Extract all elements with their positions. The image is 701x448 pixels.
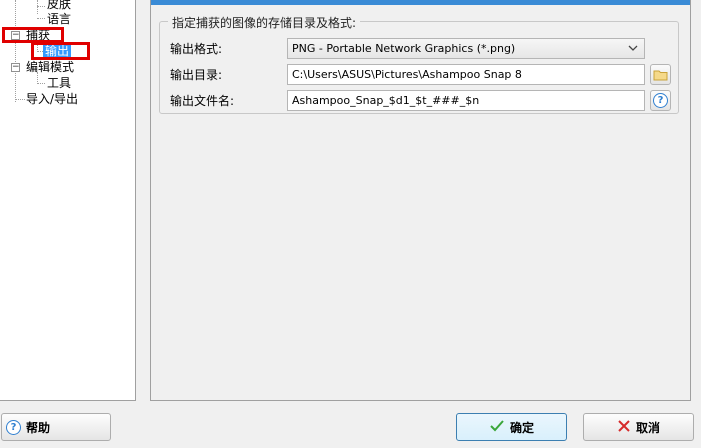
folder-icon [651, 70, 670, 87]
tree-connector [15, 0, 16, 102]
help-button[interactable]: ? 帮助 [1, 413, 111, 441]
filename-value: Ashampoo_Snap_$d1_$t_###_$n [292, 94, 480, 107]
tree-item-label: 工具 [47, 76, 72, 90]
check-icon [489, 419, 505, 436]
ok-button[interactable]: 确定 [456, 413, 567, 441]
filename-label: 输出文件名: [170, 94, 235, 108]
tree-connector [37, 0, 38, 14]
dir-value: C:\Users\ASUS\Pictures\Ashampoo Snap 8 [292, 68, 522, 81]
output-groupbox: 指定捕获的图像的存储目录及格式: 输出格式: PNG - Portable Ne… [159, 14, 679, 114]
settings-tree: 皮肤 语言 − 捕获 输出 − 编辑模式 工具 导入/导出 [0, 0, 136, 401]
x-icon [617, 419, 631, 436]
tree-connector [37, 6, 45, 7]
output-filename-input[interactable]: Ashampoo_Snap_$d1_$t_###_$n [287, 90, 645, 111]
help-icon: ? [653, 93, 668, 108]
ok-button-label: 确定 [509, 420, 534, 435]
tree-item-label: 编辑模式 [26, 60, 75, 74]
output-settings-panel: 指定捕获的图像的存储目录及格式: 输出格式: PNG - Portable Ne… [150, 0, 691, 401]
help-button-label: 帮助 [26, 420, 51, 435]
filename-help-button[interactable]: ? [650, 90, 671, 111]
tree-item-label: 皮肤 [47, 0, 72, 11]
group-title: 指定捕获的图像的存储目录及格式: [168, 14, 361, 31]
collapse-icon[interactable]: − [11, 63, 20, 72]
tree-item-tools[interactable]: 工具 [45, 75, 73, 91]
panel-accent-bar [151, 0, 690, 5]
highlight-box-capture [2, 27, 64, 43]
tree-item-import-export[interactable]: 导入/导出 [24, 91, 80, 107]
cancel-button-label: 取消 [635, 420, 660, 435]
format-select[interactable]: PNG - Portable Network Graphics (*.png) [287, 38, 645, 59]
tree-connector [37, 83, 45, 84]
tree-connector [37, 18, 45, 19]
tree-item-language[interactable]: 语言 [45, 11, 73, 27]
tree-item-label: 语言 [47, 12, 72, 26]
tree-item-label: 导入/导出 [26, 92, 79, 106]
output-directory-input[interactable]: C:\Users\ASUS\Pictures\Ashampoo Snap 8 [287, 64, 645, 85]
tree-item-edit-mode[interactable]: 编辑模式 [24, 59, 76, 75]
format-label: 输出格式: [170, 42, 223, 56]
dir-label: 输出目录: [170, 68, 223, 82]
format-value: PNG - Portable Network Graphics (*.png) [292, 42, 516, 55]
help-icon: ? [6, 419, 21, 435]
browse-folder-button[interactable] [650, 64, 671, 85]
highlight-box-output [31, 42, 90, 60]
cancel-button[interactable]: 取消 [583, 413, 694, 441]
chevron-down-icon [628, 39, 638, 58]
